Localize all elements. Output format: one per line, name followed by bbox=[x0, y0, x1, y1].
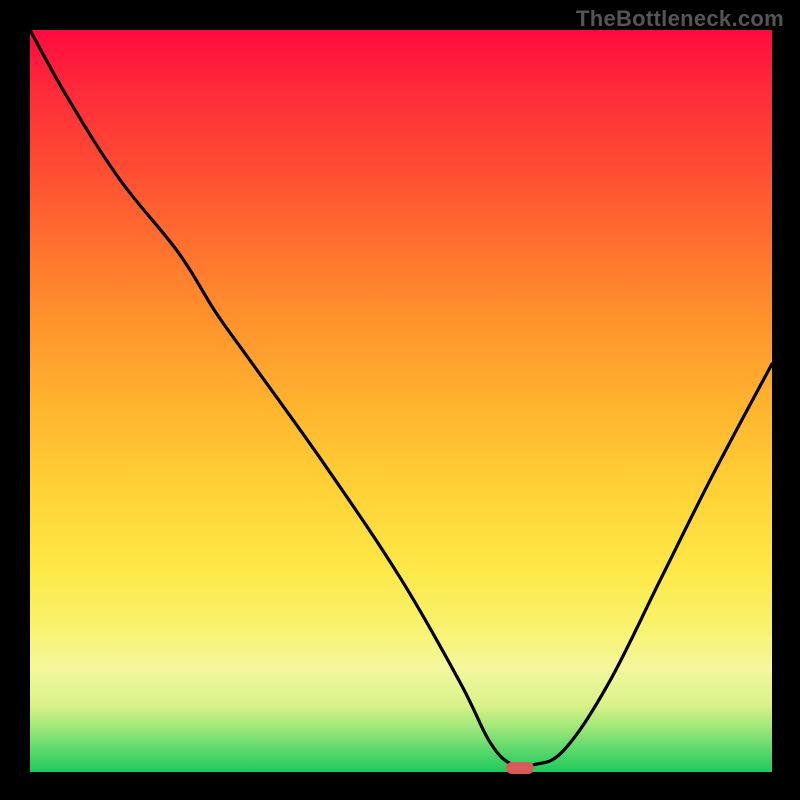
curve-path bbox=[30, 30, 772, 767]
bottleneck-curve bbox=[30, 30, 772, 772]
plot-area bbox=[30, 30, 772, 772]
chart-container: TheBottleneck.com bbox=[0, 0, 800, 800]
watermark-text: TheBottleneck.com bbox=[576, 6, 784, 32]
optimum-marker bbox=[506, 762, 534, 774]
